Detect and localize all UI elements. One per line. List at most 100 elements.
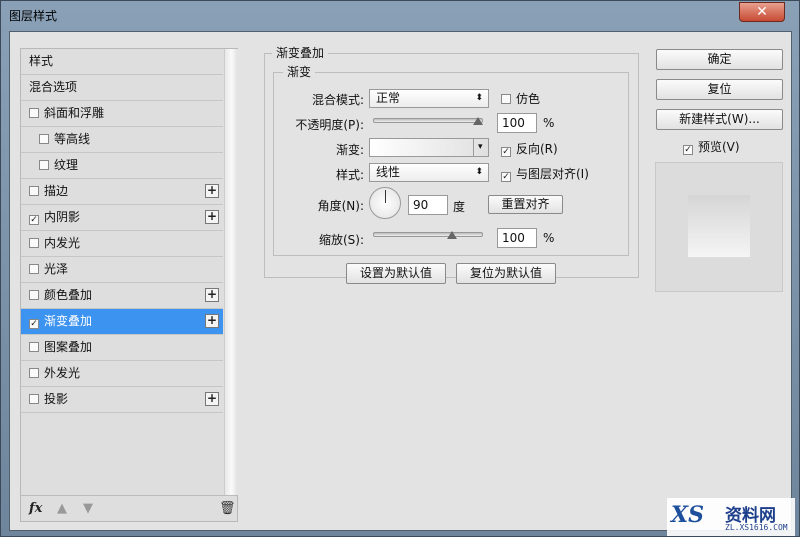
logo-xs: XS bbox=[671, 502, 704, 528]
style-item[interactable]: 内发光 bbox=[21, 231, 223, 257]
checkbox-icon: ✓ bbox=[683, 145, 693, 155]
updown-icon: ⬍ bbox=[475, 93, 483, 103]
reset-button[interactable]: 复位 bbox=[656, 79, 783, 100]
style-item[interactable]: 等高线 bbox=[21, 127, 223, 153]
style-item-label: 颜色叠加 bbox=[44, 288, 93, 302]
angle-input[interactable]: 90 bbox=[408, 195, 448, 215]
section-title: 渐变叠加 bbox=[272, 44, 329, 61]
scale-input[interactable]: 100 bbox=[497, 228, 537, 248]
angle-dial[interactable] bbox=[369, 187, 401, 219]
style-item[interactable]: 光泽 bbox=[21, 257, 223, 283]
style-select[interactable]: 线性 ⬍ bbox=[369, 163, 489, 182]
blend-mode-select[interactable]: 正常 ⬍ bbox=[369, 89, 489, 108]
ok-button[interactable]: 确定 bbox=[656, 49, 783, 70]
checkbox-icon[interactable]: ✓ bbox=[29, 215, 39, 225]
style-item[interactable]: ✓ 内阴影 + bbox=[21, 205, 223, 231]
checkbox-icon[interactable] bbox=[29, 342, 39, 352]
style-item-label: 斜面和浮雕 bbox=[44, 106, 105, 120]
style-item-label: 内发光 bbox=[44, 236, 81, 250]
scale-unit: % bbox=[543, 231, 555, 245]
reverse-checkbox[interactable]: ✓ 反向(R) bbox=[501, 140, 558, 157]
checkbox-icon[interactable] bbox=[29, 186, 39, 196]
add-icon[interactable]: + bbox=[205, 288, 219, 302]
updown-icon: ⬍ bbox=[475, 167, 483, 177]
checkbox-icon bbox=[501, 94, 511, 104]
dialog-body: 样式混合选项斜面和浮雕等高线纹理描边 + ✓ 内阴影 + 内发光光泽颜色叠加 + ✓ 渐变叠加 +… bbox=[9, 31, 792, 531]
list-footer: fx ▲ ▼ 🗑 bbox=[21, 495, 237, 521]
add-icon[interactable]: + bbox=[205, 392, 219, 406]
checkbox-icon: ✓ bbox=[501, 172, 511, 182]
style-item-label: 等高线 bbox=[54, 132, 91, 146]
style-item[interactable]: 样式 bbox=[21, 49, 223, 75]
style-item-label: 外发光 bbox=[44, 366, 81, 380]
checkbox-icon[interactable] bbox=[39, 134, 49, 144]
style-item[interactable]: 描边 + bbox=[21, 179, 223, 205]
reset-default-button[interactable]: 复位为默认值 bbox=[456, 263, 556, 284]
reverse-label: 反向(R) bbox=[516, 142, 558, 156]
gradient-picker[interactable]: ▾ bbox=[369, 138, 489, 157]
dither-checkbox[interactable]: 仿色 bbox=[501, 90, 540, 107]
checkbox-icon[interactable] bbox=[29, 238, 39, 248]
add-icon[interactable]: + bbox=[205, 184, 219, 198]
scale-slider[interactable] bbox=[373, 231, 483, 239]
style-item[interactable]: 颜色叠加 + bbox=[21, 283, 223, 309]
checkbox-icon[interactable] bbox=[29, 368, 39, 378]
opacity-unit: % bbox=[543, 116, 555, 130]
move-down-icon[interactable]: ▼ bbox=[83, 501, 93, 516]
trash-icon[interactable]: 🗑 bbox=[219, 501, 236, 516]
window-title: 图层样式 bbox=[9, 9, 58, 23]
slider-thumb[interactable] bbox=[446, 231, 457, 239]
set-default-button[interactable]: 设置为默认值 bbox=[346, 263, 446, 284]
preview-swatch bbox=[688, 195, 750, 257]
style-item[interactable]: 斜面和浮雕 bbox=[21, 101, 223, 127]
slider-thumb[interactable] bbox=[473, 117, 483, 125]
opacity-slider[interactable] bbox=[373, 117, 483, 125]
preview-checkbox[interactable]: ✓ 预览(V) bbox=[683, 138, 740, 155]
add-icon[interactable]: + bbox=[205, 314, 219, 328]
add-icon[interactable]: + bbox=[205, 210, 219, 224]
style-item-label: 样式 bbox=[29, 54, 54, 68]
checkbox-icon[interactable]: ✓ bbox=[29, 319, 39, 329]
checkbox-icon: ✓ bbox=[501, 147, 511, 157]
preview-label: 预览(V) bbox=[698, 140, 740, 154]
gradient-label: 渐变: bbox=[335, 143, 364, 157]
reset-align-button[interactable]: 重置对齐 bbox=[488, 195, 563, 214]
move-up-icon[interactable]: ▲ bbox=[57, 501, 67, 516]
style-item[interactable]: 图案叠加 bbox=[21, 335, 223, 361]
group-title: 渐变 bbox=[283, 63, 316, 80]
checkbox-icon[interactable] bbox=[29, 264, 39, 274]
style-item[interactable]: ✓ 渐变叠加 + bbox=[21, 309, 223, 335]
style-item[interactable]: 投影 + bbox=[21, 387, 223, 413]
style-item-label: 混合选项 bbox=[29, 80, 78, 94]
style-item[interactable]: 纹理 bbox=[21, 153, 223, 179]
checkbox-icon[interactable] bbox=[29, 394, 39, 404]
blend-mode-label: 混合模式: bbox=[311, 93, 364, 107]
style-label: 样式: bbox=[335, 168, 364, 182]
dialog-window: 图层样式 ✕ 样式混合选项斜面和浮雕等高线纹理描边 + ✓ 内阴影 + 内发光光泽颜色叠加… bbox=[0, 0, 800, 537]
style-item-label: 内阴影 bbox=[44, 210, 81, 224]
opacity-input[interactable]: 100 bbox=[497, 113, 537, 133]
style-item-label: 光泽 bbox=[44, 262, 69, 276]
style-item-label: 投影 bbox=[44, 392, 69, 406]
watermark-logo: XS 资料网 ZL.XS1616.COM bbox=[667, 498, 795, 536]
scale-label: 缩放(S): bbox=[318, 233, 364, 247]
styles-list: 样式混合选项斜面和浮雕等高线纹理描边 + ✓ 内阴影 + 内发光光泽颜色叠加 + ✓ 渐变叠加 +… bbox=[20, 48, 238, 522]
style-item-label: 描边 bbox=[44, 184, 69, 198]
dropdown-arrow-icon[interactable]: ▾ bbox=[473, 139, 488, 156]
dither-label: 仿色 bbox=[516, 92, 541, 106]
opacity-label: 不透明度(P): bbox=[295, 118, 364, 132]
checkbox-icon[interactable] bbox=[39, 160, 49, 170]
style-item[interactable]: 外发光 bbox=[21, 361, 223, 387]
style-item[interactable]: 混合选项 bbox=[21, 75, 223, 101]
new-style-button[interactable]: 新建样式(W)... bbox=[656, 109, 783, 130]
style-preview bbox=[655, 162, 783, 292]
scrollbar[interactable] bbox=[224, 49, 238, 495]
align-label: 与图层对齐(I) bbox=[516, 167, 589, 181]
align-checkbox[interactable]: ✓ 与图层对齐(I) bbox=[501, 165, 589, 182]
style-value: 线性 bbox=[376, 165, 401, 179]
fx-button[interactable]: fx bbox=[29, 501, 42, 516]
style-item-label: 渐变叠加 bbox=[44, 314, 93, 328]
close-button[interactable]: ✕ bbox=[739, 2, 785, 22]
checkbox-icon[interactable] bbox=[29, 108, 39, 118]
checkbox-icon[interactable] bbox=[29, 290, 39, 300]
